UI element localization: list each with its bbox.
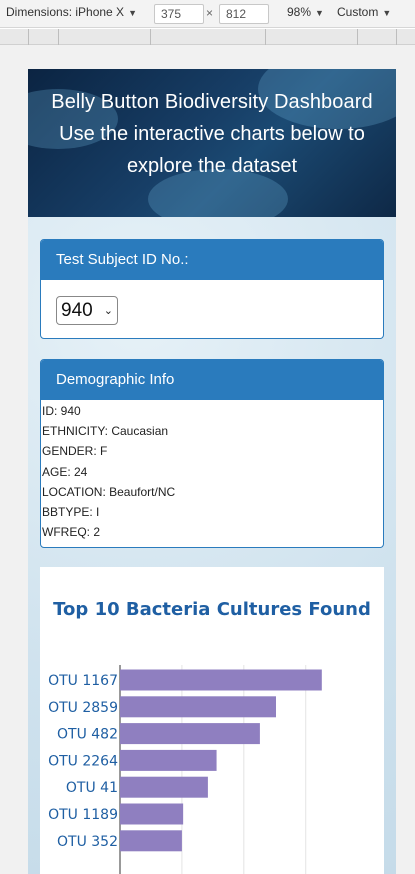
demographic-line: AGE: 24	[42, 464, 88, 479]
subject-id-panel: Test Subject ID No.: 940 ⌄	[40, 239, 384, 339]
bar[interactable]	[120, 723, 260, 745]
dimensions-label: Dimensions: iPhone X	[6, 5, 125, 19]
subject-id-value: 940	[61, 299, 93, 321]
y-tick-label: OTU 482	[57, 727, 118, 743]
ruler-segment	[396, 29, 397, 45]
times-icon: ×	[206, 6, 214, 20]
page-subtitle: Use the interactive charts below to expl…	[59, 123, 365, 177]
ruler-segment	[150, 29, 151, 45]
throttle-dropdown[interactable]: Custom ▼	[337, 5, 391, 19]
demographic-line: LOCATION: Beaufort/NC	[42, 484, 176, 499]
demographic-heading: Demographic Info	[41, 360, 383, 400]
y-tick-label: OTU 41	[66, 780, 118, 796]
bar[interactable]	[120, 830, 182, 852]
page-title: Belly Button Biodiversity Dashboard	[51, 91, 373, 113]
height-input[interactable]: 812	[219, 4, 269, 24]
media-query-ruler[interactable]	[0, 29, 415, 45]
dimensions-dropdown[interactable]: Dimensions: iPhone X ▼	[6, 5, 137, 19]
bar[interactable]	[120, 669, 322, 691]
demographic-line: GENDER: F	[42, 444, 108, 459]
chevron-down-icon: ▼	[382, 8, 392, 18]
demographic-line: ETHNICITY: Caucasian	[42, 424, 169, 439]
demographic-panel: Demographic Info ID: 940 ETHNICITY: Cauc…	[40, 359, 384, 548]
width-input[interactable]: 375	[154, 4, 204, 24]
bar[interactable]	[120, 776, 208, 798]
y-tick-label: OTU 2264	[48, 753, 118, 769]
chevron-down-icon: ▼	[315, 8, 324, 18]
y-tick-label: OTU 1167	[48, 673, 118, 689]
header-banner: Belly Button Biodiversity Dashboard Use …	[28, 69, 396, 217]
demographic-list: ID: 940 ETHNICITY: Caucasian GENDER: F A…	[41, 400, 383, 546]
y-tick-label: OTU 352	[57, 834, 118, 850]
ruler-segment	[357, 29, 358, 45]
bar[interactable]	[120, 803, 184, 825]
bar-chart[interactable]: OTU 1167 OTU 2859 OTU 482 OTU 2264 OTU 41 OTU…	[40, 567, 384, 874]
bar[interactable]	[120, 696, 276, 718]
subject-id-select[interactable]: 940 ⌄	[56, 296, 118, 325]
subject-id-heading: Test Subject ID No.:	[41, 240, 383, 280]
demographic-line: ID: 940	[42, 404, 81, 418]
chevron-down-icon: ⌄	[103, 305, 113, 317]
throttle-label: Custom	[337, 5, 379, 19]
zoom-dropdown[interactable]: 98% ▼	[287, 5, 324, 19]
y-tick-label: OTU 2859	[48, 700, 118, 716]
zoom-label: 98%	[287, 5, 312, 19]
bar-chart-card: Top 10 Bacteria Cultures Found OTU 1167 O…	[40, 567, 384, 874]
ruler-segment	[28, 29, 29, 45]
demographic-line: WFREQ: 2	[42, 525, 101, 540]
devtools-toolbar: Dimensions: iPhone X ▼ 375 × 812 98% ▼ Cus…	[0, 0, 415, 28]
demographic-line: BBTYPE: I	[42, 505, 100, 520]
ruler-segment	[58, 29, 59, 45]
bar[interactable]	[120, 749, 217, 771]
y-tick-label: OTU 1189	[48, 807, 118, 823]
device-viewport: Belly Button Biodiversity Dashboard Use …	[28, 69, 396, 874]
ruler-segment	[265, 29, 266, 45]
chevron-down-icon: ▼	[128, 8, 137, 18]
